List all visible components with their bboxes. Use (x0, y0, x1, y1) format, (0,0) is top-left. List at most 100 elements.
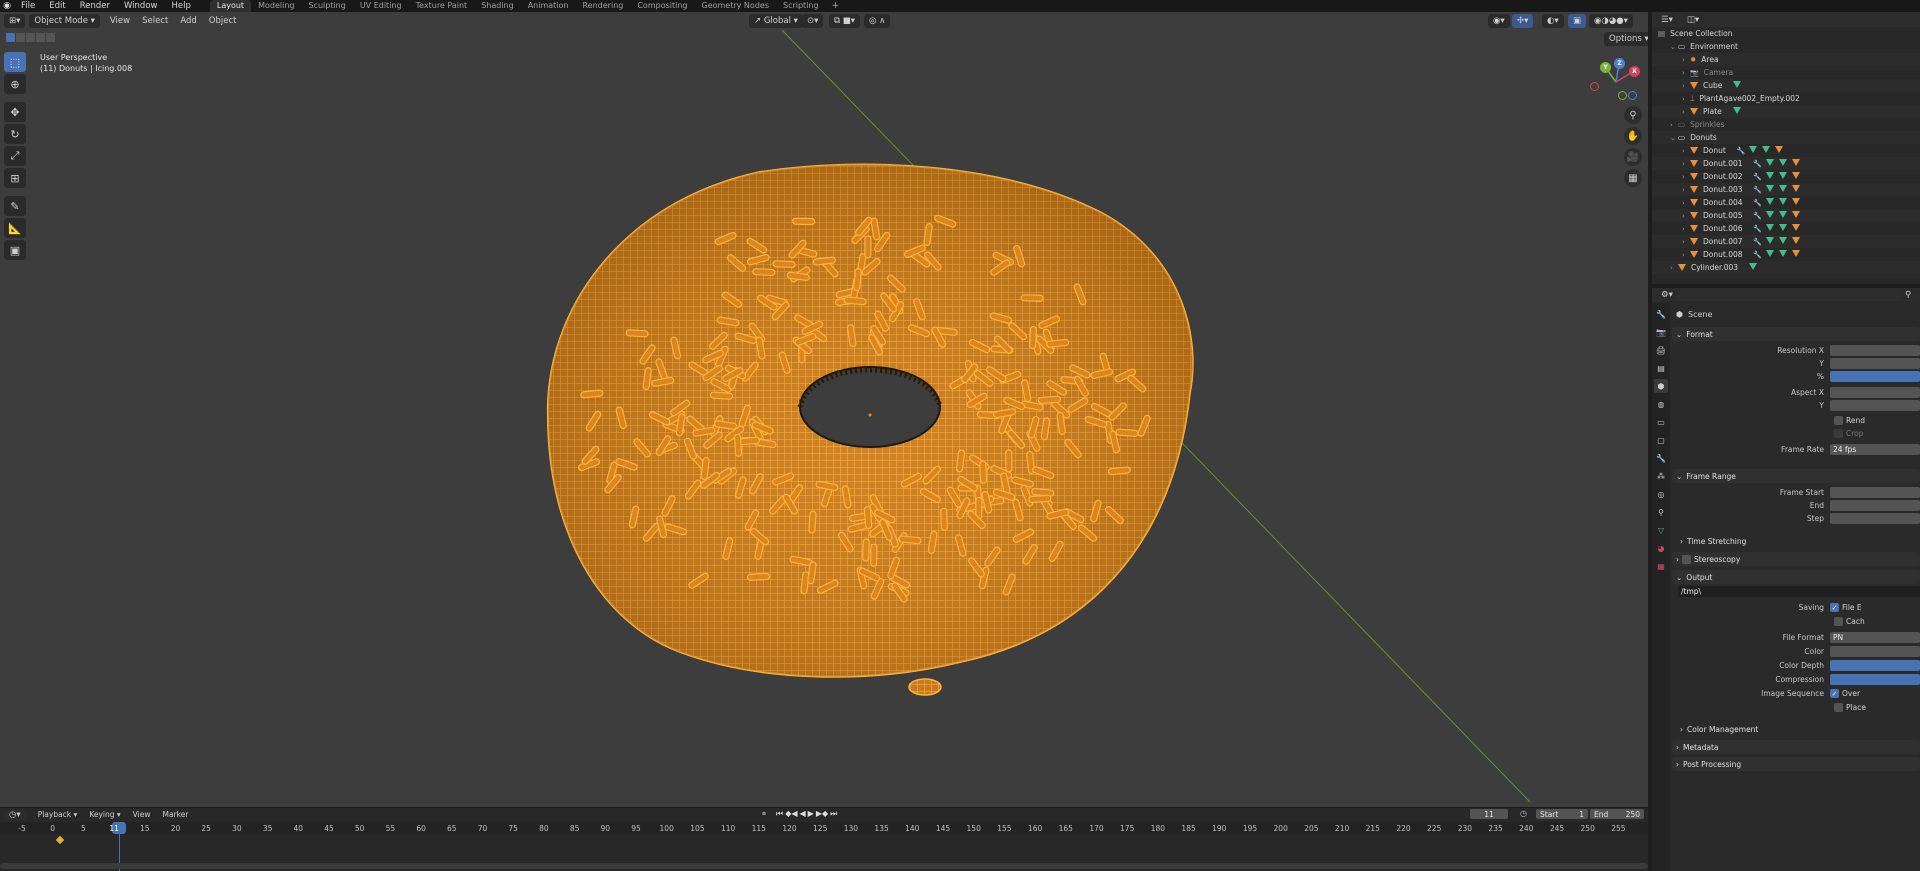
gizmo-x-axis[interactable]: X (1629, 66, 1640, 77)
play-icon[interactable]: ▶ (808, 809, 814, 819)
zoom-icon[interactable]: ⚲ (1624, 106, 1642, 124)
child-object-icon[interactable] (1791, 224, 1800, 231)
expand-arrow-icon[interactable]: › (1682, 147, 1690, 155)
expand-arrow-icon[interactable]: › (1682, 212, 1690, 220)
modifier-icon[interactable]: 🔧 (1753, 251, 1763, 259)
outliner-row[interactable]: › Donut.002 🔧 (1652, 170, 1920, 183)
3d-viewport[interactable]: ⊞▾ Object Mode ▾ View Select Add Object ↗ G… (0, 12, 1648, 807)
camera-view-icon[interactable]: 🎥 (1624, 148, 1642, 166)
modifier-icon[interactable]: 🔧 (1753, 225, 1763, 233)
aspect-x-field[interactable] (1830, 387, 1920, 398)
object-tab-icon[interactable]: ▢ (1654, 433, 1668, 447)
modifier-tab-icon[interactable]: 🔧 (1654, 451, 1668, 465)
menu-render[interactable]: Render (73, 0, 117, 12)
child-object-icon[interactable] (1791, 250, 1800, 257)
gizmo-y-axis[interactable]: Y (1600, 62, 1611, 73)
viewport-menu-add[interactable]: Add (174, 16, 202, 26)
file-extensions-checkbox[interactable]: ✓ (1830, 603, 1839, 612)
select-extend-icon[interactable] (16, 33, 25, 42)
frame-range-panel-header[interactable]: ⌄ Frame Range (1672, 469, 1920, 483)
tool-tab-icon[interactable]: 🔧 (1654, 307, 1668, 321)
snap-toggle[interactable]: ⧉ ■▾ (829, 14, 861, 28)
measure-tool-icon[interactable]: 📐 (4, 218, 26, 238)
child-mesh-icon[interactable] (1778, 172, 1787, 179)
child-mesh-icon[interactable] (1778, 198, 1787, 205)
texture-tab-icon[interactable]: ▦ (1654, 559, 1668, 573)
file-format-dropdown[interactable]: PN (1830, 632, 1920, 643)
timeline-menu-playback[interactable]: Playback ▾ (32, 810, 84, 819)
data-tab-icon[interactable]: ▽ (1654, 523, 1668, 537)
properties-search-icon[interactable]: ⚲ (1900, 289, 1920, 300)
resolution-percent-field[interactable] (1830, 371, 1920, 382)
output-panel-header[interactable]: ⌄ Output (1672, 570, 1920, 584)
render-tab-icon[interactable]: 📷 (1654, 325, 1668, 339)
tab-scripting[interactable]: Scripting (776, 0, 826, 12)
timeline-menu-marker[interactable]: Marker (156, 810, 194, 819)
time-stretching-subpanel[interactable]: › Time Stretching (1680, 534, 1920, 548)
outliner-row[interactable]: › Donut.006 🔧 (1652, 222, 1920, 235)
outliner-row[interactable]: › Donut.003 🔧 (1652, 183, 1920, 196)
auto-keying-icon[interactable]: ⏺ (762, 809, 766, 819)
child-object-icon[interactable] (1791, 159, 1800, 166)
play-reverse-icon[interactable]: ◀ (800, 809, 806, 819)
scene-tab-icon[interactable]: ⬢ (1654, 379, 1668, 393)
mesh-data-icon[interactable] (1765, 198, 1774, 205)
tab-animation[interactable]: Animation (521, 0, 576, 12)
tab-texture-paint[interactable]: Texture Paint (409, 0, 475, 12)
overlays-toggle[interactable]: ◐▾ (1542, 14, 1564, 28)
transform-tool-icon[interactable]: ⊞ (4, 168, 26, 188)
child-mesh-icon[interactable] (1778, 211, 1787, 218)
outliner-row[interactable]: › Donut.005 🔧 (1652, 209, 1920, 222)
timeline-menu-keying[interactable]: Keying ▾ (83, 810, 126, 819)
expand-arrow-icon[interactable]: › (1682, 56, 1690, 64)
select-intersect-icon[interactable] (46, 33, 55, 42)
modifier-icon[interactable]: 🔧 (1736, 147, 1746, 155)
tab-geometry-nodes[interactable]: Geometry Nodes (695, 0, 776, 12)
navigation-gizmo[interactable]: Y Z X (1590, 58, 1640, 106)
tab-shading[interactable]: Shading (474, 0, 521, 12)
pan-hand-icon[interactable]: ✋ (1624, 127, 1642, 145)
frame-start-field[interactable] (1830, 487, 1920, 498)
frame-end-field[interactable]: End 250 (1590, 809, 1644, 819)
child-object-icon[interactable] (1791, 185, 1800, 192)
add-workspace-icon[interactable]: + (826, 1, 846, 11)
stereoscopy-checkbox[interactable] (1682, 554, 1691, 564)
mesh-data-icon[interactable] (1765, 237, 1774, 244)
mesh-data-icon[interactable] (1765, 185, 1774, 192)
visibility-dropdown[interactable]: ◉▾ (1488, 14, 1510, 28)
outliner-row[interactable]: › ▭ Sprinkles (1652, 118, 1920, 131)
gizmo-toggle[interactable]: ✣▾ (1512, 14, 1534, 28)
select-new-icon[interactable] (6, 33, 15, 42)
keyframe-diamond[interactable] (55, 835, 65, 845)
timeline-scrollbar[interactable] (0, 863, 1648, 869)
format-panel-header[interactable]: ⌄ Format (1672, 327, 1920, 341)
compression-slider[interactable] (1830, 674, 1920, 685)
modifier-icon[interactable]: 🔧 (1753, 173, 1763, 181)
transform-orientation-dropdown[interactable]: ↗ Global ▾ (749, 14, 803, 28)
viewport-menu-object[interactable]: Object (203, 16, 243, 26)
outliner-row[interactable]: ⌄ ▭ Environment (1652, 40, 1920, 53)
expand-arrow-icon[interactable]: › (1682, 95, 1690, 103)
expand-arrow-icon[interactable]: › (1682, 225, 1690, 233)
cursor-tool-icon[interactable]: ⊕ (4, 74, 26, 94)
preview-range-icon[interactable]: ◷ (1520, 809, 1527, 818)
expand-arrow-icon[interactable]: › (1682, 173, 1690, 181)
expand-arrow-icon[interactable]: › (1682, 251, 1690, 259)
modifier-icon[interactable]: 🔧 (1753, 238, 1763, 246)
child-mesh-icon[interactable] (1778, 185, 1787, 192)
expand-arrow-icon[interactable]: › (1682, 199, 1690, 207)
outliner-editor-type[interactable]: ☰▾ (1656, 14, 1678, 25)
pivot-dropdown[interactable]: ⊙▾ (802, 14, 824, 28)
timeline-editor-type[interactable]: ◷▾ (4, 809, 26, 820)
properties-editor-type[interactable]: ⚙▾ (1656, 289, 1678, 300)
mesh-data-icon[interactable] (1749, 263, 1758, 270)
mesh-data-icon[interactable] (1765, 211, 1774, 218)
cache-result-checkbox[interactable] (1834, 617, 1843, 626)
color-management-subpanel[interactable]: › Color Management (1680, 722, 1920, 736)
outliner-row[interactable]: › 📷 Camera (1652, 66, 1920, 79)
child-object-icon[interactable] (1791, 237, 1800, 244)
menu-help[interactable]: Help (164, 0, 197, 12)
modifier-icon[interactable]: 🔧 (1753, 186, 1763, 194)
cache-result-row[interactable]: Cach (1834, 615, 1865, 628)
gizmo-z-axis[interactable]: Z (1614, 58, 1625, 69)
